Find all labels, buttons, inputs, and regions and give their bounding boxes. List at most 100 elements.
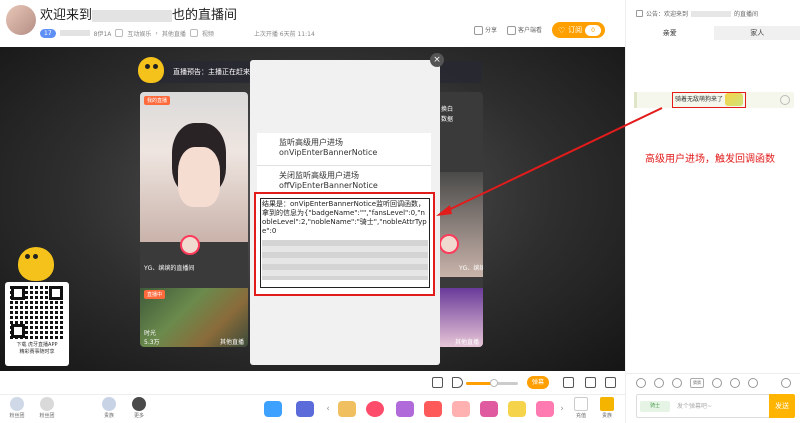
other-live-link[interactable]: 其他直播 bbox=[220, 337, 244, 346]
tab-active[interactable]: 亲爱 bbox=[626, 26, 714, 40]
fans-group-button[interactable]: 粉丝团 bbox=[4, 397, 30, 419]
recommend-panel-left[interactable]: 我的直播 YG、缤缤的直播间 直播中 时光 5.3万 其他直播 bbox=[140, 92, 248, 347]
clear-icon[interactable] bbox=[781, 378, 791, 388]
category-link-1[interactable]: 互动娱乐 bbox=[127, 29, 151, 38]
mini-avatar bbox=[180, 235, 200, 255]
danmu-setting-icon[interactable] bbox=[432, 377, 443, 388]
share-button[interactable]: 分享 bbox=[473, 25, 497, 35]
gift-item[interactable] bbox=[296, 401, 314, 417]
right-text-2: 数据 bbox=[441, 116, 454, 123]
chat-toolbar: 猜猜 bbox=[626, 373, 800, 391]
at-icon[interactable] bbox=[730, 378, 740, 388]
chat-feed[interactable]: 骑着无敌萌狗来了 bbox=[626, 40, 800, 373]
emoji-icon[interactable] bbox=[636, 378, 646, 388]
fans-icon bbox=[10, 397, 24, 411]
emoji-icon-2[interactable] bbox=[654, 378, 664, 388]
mascot-icon bbox=[138, 57, 164, 83]
speaker-icon bbox=[636, 10, 643, 17]
noble-button[interactable]: 贵族 bbox=[96, 397, 122, 419]
chat-tabs: 亲爱 家人 bbox=[626, 26, 800, 40]
chat-input-row: 骑士 发个弹幕吧~ 发送 bbox=[626, 391, 800, 423]
gift-icon[interactable] bbox=[712, 378, 722, 388]
result-content: 结果是：onVipEnterBannerNotice监听回调函数，拿到的信息为{… bbox=[260, 198, 430, 288]
chat-message: 骑着无敌萌狗来了 bbox=[634, 92, 794, 108]
vip-enter-message: 骑着无敌萌狗来了 bbox=[672, 92, 747, 108]
noble-badge: 骑士 bbox=[640, 401, 670, 412]
message-option-icon[interactable] bbox=[780, 95, 790, 105]
tab-inactive[interactable]: 家人 bbox=[713, 26, 800, 40]
level-badge: 17 bbox=[40, 28, 56, 38]
gift-bar: 粉丝团 粉丝团 贵族 更多 ‹ › 充值 贵族 bbox=[0, 395, 625, 423]
gift-item[interactable] bbox=[424, 401, 442, 417]
recharge-label: 充值 bbox=[575, 413, 586, 419]
video-link[interactable]: 视频 bbox=[202, 29, 214, 38]
gift-item[interactable] bbox=[536, 401, 554, 417]
mini-avatar-right bbox=[439, 234, 459, 254]
monitor-icon bbox=[506, 26, 516, 35]
recommend-panel-right[interactable]: 换白 数据 YG、缤缤 其他直播 bbox=[437, 92, 483, 347]
volume-slider[interactable] bbox=[466, 379, 518, 387]
gift-item[interactable] bbox=[264, 401, 282, 417]
pip-icon[interactable] bbox=[585, 377, 596, 388]
share-icon bbox=[473, 26, 483, 35]
streamer-face bbox=[178, 147, 220, 207]
more-icon bbox=[132, 397, 146, 411]
chat-input-placeholder: 发个弹幕吧~ bbox=[677, 403, 713, 410]
message-bar bbox=[634, 92, 637, 108]
volume-knob[interactable] bbox=[490, 379, 498, 387]
noble-open-label: 贵族 bbox=[601, 413, 612, 419]
caption-left: YG、缤缤的直播间 bbox=[144, 265, 195, 272]
last-live-time: 上次开播 6天前 11:14 bbox=[253, 30, 315, 38]
gift-item[interactable] bbox=[480, 401, 498, 417]
room-meta: 17 8伊1A 互动娱乐 › 其他直播 视频 上次开播 6天前 11:14 bbox=[40, 27, 315, 39]
guess-badge[interactable]: 猜猜 bbox=[690, 378, 704, 388]
color-icon[interactable] bbox=[672, 378, 682, 388]
bell-icon[interactable] bbox=[748, 378, 758, 388]
gift-prev-arrow[interactable]: ‹ bbox=[324, 402, 332, 416]
live-small: 时光 bbox=[144, 330, 157, 337]
fullscreen-icon[interactable] bbox=[605, 377, 616, 388]
qr-caption: 下载 虎牙直播APP 精彩赛事随时享 bbox=[5, 342, 69, 356]
result-box: 结果是：onVipEnterBannerNotice监听回调函数，拿到的信息为{… bbox=[254, 192, 435, 296]
streamer-thumbnail bbox=[140, 92, 248, 242]
noble-label: 贵族 bbox=[103, 413, 114, 419]
recharge-icon bbox=[574, 397, 588, 411]
off-label-2: offVipEnterBannerNotice bbox=[279, 181, 378, 190]
client-watch-label: 客户端看 bbox=[517, 27, 542, 34]
subscribe-button[interactable]: ♡ 订阅 0 bbox=[552, 22, 605, 38]
client-watch-button[interactable]: 客户端看 bbox=[506, 25, 542, 35]
room-header: 欢迎来到 也的直播间 17 8伊1A 互动娱乐 › 其他直播 视频 上次开播 6天… bbox=[0, 0, 625, 47]
gift-item[interactable] bbox=[338, 401, 356, 417]
right-thumbnail bbox=[437, 172, 483, 277]
category-icon bbox=[115, 29, 124, 37]
gift-item[interactable] bbox=[508, 401, 526, 417]
more-button[interactable]: 更多 bbox=[126, 397, 152, 419]
live-tag: 我的直播 bbox=[144, 96, 171, 105]
room-title-prefix: 欢迎来到 bbox=[40, 8, 93, 23]
app-download-card[interactable]: 下载 虎牙直播APP 精彩赛事随时享 bbox=[5, 282, 69, 366]
gift-item[interactable] bbox=[366, 401, 384, 417]
fans-group-2-button[interactable]: 粉丝团 bbox=[34, 397, 60, 419]
other-live-link-right[interactable]: 其他直播 bbox=[455, 337, 479, 346]
gift-item[interactable] bbox=[452, 401, 470, 417]
result-text: 结果是：onVipEnterBannerNotice监听回调函数，拿到的信息为{… bbox=[262, 200, 427, 235]
fans-group-label: 粉丝团 bbox=[9, 413, 25, 419]
send-button[interactable]: 发送 bbox=[769, 394, 795, 418]
category-link-2[interactable]: 其他直播 bbox=[162, 29, 186, 38]
listen-vip-enter-button[interactable]: 监听高级用户进场 onVipEnterBannerNotice bbox=[257, 133, 431, 166]
streamer-avatar[interactable] bbox=[6, 5, 36, 35]
settings-icon[interactable] bbox=[563, 377, 574, 388]
chat-input[interactable]: 骑士 发个弹幕吧~ bbox=[636, 394, 770, 418]
gift-item[interactable] bbox=[396, 401, 414, 417]
crown-icon bbox=[600, 397, 614, 411]
recharge-button[interactable]: 充值 bbox=[568, 397, 594, 419]
qr-corner bbox=[49, 286, 63, 300]
volume-icon[interactable] bbox=[452, 377, 463, 388]
noble-open-button[interactable]: 贵族 bbox=[594, 397, 620, 419]
subscribe-label: 订阅 bbox=[568, 26, 583, 34]
close-button[interactable]: × bbox=[430, 53, 444, 67]
danmu-toggle[interactable]: 弹幕 bbox=[527, 376, 549, 389]
noble-icon bbox=[102, 397, 116, 411]
room-title-suffix: 也的直播间 bbox=[172, 8, 238, 23]
gift-next-arrow[interactable]: › bbox=[558, 402, 566, 416]
